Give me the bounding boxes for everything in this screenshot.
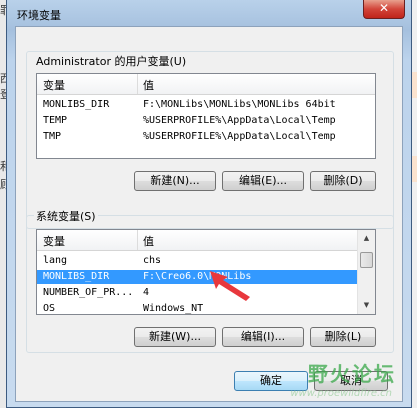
system-variables-header: 变量 值 — [37, 230, 359, 251]
variable-name: NUMBER_OF_PR... — [43, 287, 134, 298]
dialog-client-area: Administrator 的用户变量(U) 变量 值 MONLIBS_DIR … — [15, 26, 403, 402]
table-row[interactable]: OS Windows_NT — [37, 302, 359, 314]
system-new-button[interactable]: 新建(W)... — [134, 327, 216, 347]
variable-name: lang — [43, 255, 68, 266]
vertical-scrollbar[interactable]: ▲ ▼ — [357, 230, 375, 314]
window-title: 环境变量 — [17, 9, 61, 22]
scroll-up-arrow-icon[interactable]: ▲ — [360, 232, 373, 245]
table-row[interactable]: MONLIBS_DIR F:\MONLibs\MONLibs\MONLibs 6… — [37, 98, 375, 112]
environment-variables-dialog: 环境变量 ✕ Administrator 的用户变量(U) 变量 值 MONLI… — [6, 0, 412, 408]
table-row[interactable]: TEMP %USERPROFILE%\AppData\Local\Temp — [37, 114, 375, 128]
system-edit-button[interactable]: 编辑(I)... — [222, 327, 304, 347]
variable-value: chs — [143, 255, 162, 266]
table-row[interactable]: TMP %USERPROFILE%\AppData\Local\Temp — [37, 130, 375, 144]
red-arrow-icon — [210, 271, 250, 301]
scroll-down-arrow-icon[interactable]: ▼ — [360, 299, 373, 312]
close-icon: ✕ — [378, 1, 390, 15]
variable-value: %USERPROFILE%\AppData\Local\Temp — [143, 131, 336, 142]
variable-value: Windows_NT — [143, 303, 204, 314]
column-header-variable[interactable]: 变量 — [43, 77, 65, 93]
variable-value: F:\MONLibs\MONLibs\MONLibs 64bit — [143, 99, 336, 110]
table-row[interactable]: NUMBER_OF_PR... 4 — [37, 286, 359, 300]
user-variables-header: 变量 值 — [37, 74, 375, 95]
column-divider[interactable] — [137, 230, 138, 250]
user-edit-button[interactable]: 编辑(E)... — [222, 171, 304, 191]
title-bar[interactable]: 环境变量 ✕ — [7, 0, 411, 26]
variable-name: MONLIBS_DIR — [43, 271, 110, 282]
system-variables-label: 系统变量(S) — [34, 208, 98, 224]
variable-name: OS — [43, 303, 56, 314]
variable-name: TMP — [43, 131, 62, 142]
column-divider[interactable] — [137, 74, 138, 94]
system-delete-button[interactable]: 删除(L) — [310, 327, 376, 347]
user-variables-label: Administrator 的用户变量(U) — [34, 53, 189, 69]
table-row-selected[interactable]: MONLIBS_DIR F:\Creo6.0\MONLibs — [37, 270, 359, 284]
variable-name: TEMP — [43, 115, 68, 126]
column-header-value[interactable]: 值 — [143, 77, 154, 93]
column-header-value[interactable]: 值 — [143, 233, 154, 249]
user-variables-list[interactable]: 变量 值 MONLIBS_DIR F:\MONLibs\MONLibs\MONL… — [36, 73, 376, 159]
close-button[interactable]: ✕ — [363, 0, 405, 19]
watermark-url: www.proewildfire.cn — [290, 388, 392, 399]
variable-name: MONLIBS_DIR — [43, 99, 110, 110]
variable-value: 4 — [143, 287, 150, 298]
watermark-text: 野火论坛 — [308, 362, 396, 386]
user-new-button[interactable]: 新建(N)... — [134, 171, 216, 191]
scroll-thumb[interactable] — [360, 252, 373, 268]
table-row[interactable]: lang chs — [37, 254, 359, 268]
variable-value: %USERPROFILE%\AppData\Local\Temp — [143, 115, 336, 126]
column-header-variable[interactable]: 变量 — [43, 233, 65, 249]
user-delete-button[interactable]: 删除(D) — [310, 171, 376, 191]
